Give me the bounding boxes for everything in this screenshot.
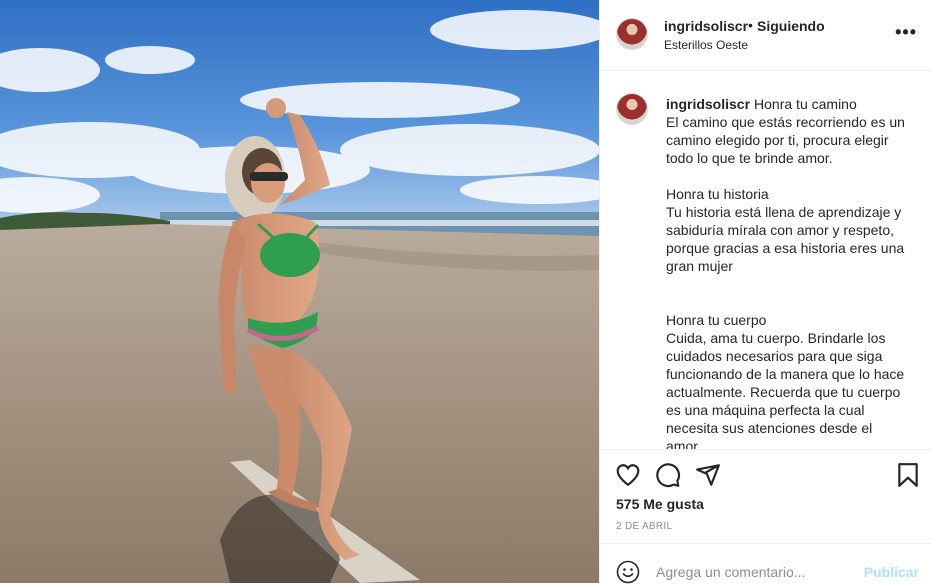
- post-header: ingridsoliscr • Siguiendo Esterillos Oes…: [600, 0, 931, 71]
- post-caption: ingridsoliscr Honra tu camino El camino q…: [666, 95, 911, 449]
- comment-icon[interactable]: [655, 462, 681, 488]
- author-username[interactable]: ingridsoliscr: [664, 18, 748, 34]
- publish-button[interactable]: Publicar: [864, 564, 919, 580]
- more-options-icon[interactable]: •••: [895, 22, 917, 43]
- send-icon[interactable]: [695, 462, 721, 488]
- like-count[interactable]: 575 Me gusta: [616, 496, 704, 512]
- caption-title-3: Honra tu cuerpo: [666, 312, 767, 328]
- post-location[interactable]: Esterillos Oeste: [664, 38, 748, 52]
- post-actions: [600, 449, 931, 500]
- instagram-post: ingridsoliscr • Siguiendo Esterillos Oes…: [0, 0, 931, 584]
- comment-bar: Publicar: [600, 543, 931, 584]
- post-photo[interactable]: [0, 0, 599, 583]
- comment-input[interactable]: [656, 562, 856, 582]
- follow-status-button[interactable]: Siguiendo: [757, 18, 825, 34]
- header-separator: •: [748, 17, 753, 33]
- author-avatar[interactable]: [616, 18, 648, 50]
- heart-icon[interactable]: [615, 462, 641, 488]
- caption-body-2: Tu historia está llena de aprendizaje y …: [666, 204, 905, 274]
- caption-author-avatar[interactable]: [616, 93, 648, 125]
- post-side-panel: ingridsoliscr • Siguiendo Esterillos Oes…: [599, 0, 931, 584]
- caption-title-1: Honra tu camino: [754, 96, 857, 112]
- smiley-icon[interactable]: [616, 560, 640, 584]
- caption-title-2: Honra tu historia: [666, 186, 769, 202]
- caption-area: ingridsoliscr Honra tu camino El camino q…: [600, 71, 931, 449]
- beach-photo: [0, 0, 599, 583]
- post-date[interactable]: 2 DE ABRIL: [616, 521, 672, 532]
- caption-body-3: Cuida, ama tu cuerpo. Brindarle los cuid…: [666, 330, 905, 449]
- bookmark-icon[interactable]: [895, 462, 921, 488]
- caption-body-1: El camino que estás recorriendo es un ca…: [666, 114, 905, 166]
- caption-username[interactable]: ingridsoliscr: [666, 96, 750, 112]
